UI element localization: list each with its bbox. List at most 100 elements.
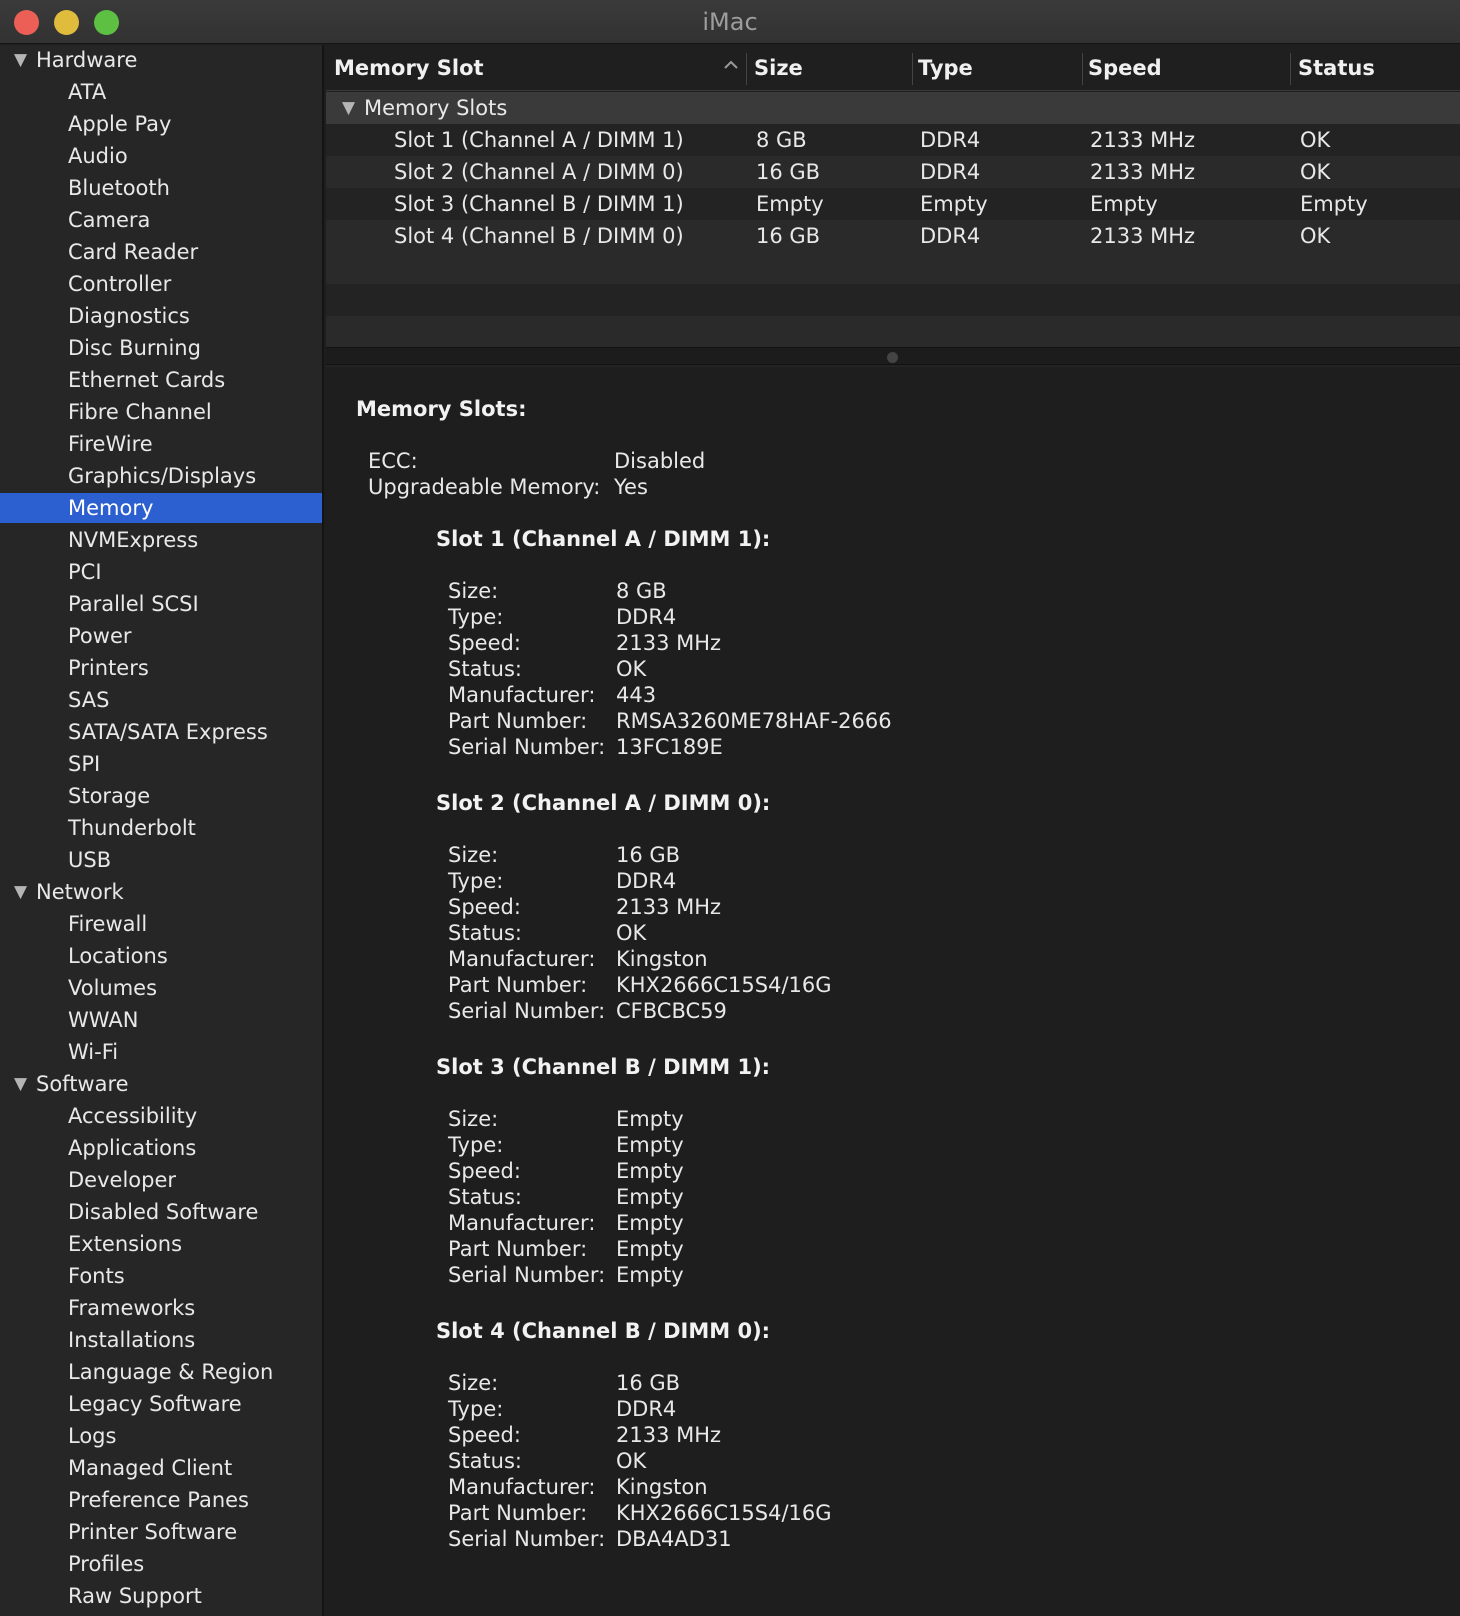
sidebar-item-nvmexpress[interactable]: NVMExpress [0,525,322,555]
sidebar-item-accessibility[interactable]: Accessibility [0,1101,322,1131]
sidebar-item-memory[interactable]: Memory [0,493,322,523]
sidebar-item-ata[interactable]: ATA [0,77,322,107]
sidebar-item-label: Wi-Fi [68,1040,119,1064]
column-header-status[interactable]: Status [1298,45,1375,91]
sidebar-item-fibre-channel[interactable]: Fibre Channel [0,397,322,427]
disclosure-triangle-icon[interactable]: ▼ [14,45,27,75]
disclosure-triangle-icon[interactable]: ▼ [14,877,27,907]
sidebar-item-developer[interactable]: Developer [0,1165,322,1195]
slot-field-value: KHX2666C15S4/16G [616,1501,832,1525]
sidebar-group-network[interactable]: ▼ Network [0,877,322,907]
sidebar-item-frameworks[interactable]: Frameworks [0,1293,322,1323]
title-bar[interactable]: iMac [0,0,1460,44]
column-separator[interactable] [912,53,913,85]
table-row[interactable]: Slot 1 (Channel A / DIMM 1) 8 GB DDR4 2133 … [326,124,1460,156]
sidebar-item-camera[interactable]: Camera [0,205,322,235]
slot-field-value: 443 [616,683,657,707]
slot-field-key: Speed: [448,1423,521,1447]
sidebar-item-label: NVMExpress [68,528,199,552]
sidebar-item-controller[interactable]: Controller [0,269,322,299]
sidebar-item-preference-panes[interactable]: Preference Panes [0,1485,322,1515]
sidebar-group-hardware[interactable]: ▼ Hardware [0,45,322,75]
column-header-speed[interactable]: Speed [1088,45,1162,91]
sidebar-item-profiles[interactable]: Profiles [0,1549,322,1579]
sidebar-item-graphics-displays[interactable]: Graphics/Displays [0,461,322,491]
sidebar-item-pci[interactable]: PCI [0,557,322,587]
sidebar-item-label: Card Reader [68,240,199,264]
column-header-size[interactable]: Size [754,45,803,91]
table-cell: OK [1300,128,1331,152]
sidebar-item-fonts[interactable]: Fonts [0,1261,322,1291]
sidebar-group-software[interactable]: ▼ Software [0,1069,322,1099]
column-separator[interactable] [746,53,747,85]
table-cell: Slot 4 (Channel B / DIMM 0) [394,224,684,248]
split-view-divider[interactable] [326,347,1460,365]
sidebar-item-ethernet-cards[interactable]: Ethernet Cards [0,365,322,395]
sidebar-item-firewire[interactable]: FireWire [0,429,322,459]
column-header-memory-slot[interactable]: Memory Slot [334,45,724,91]
sidebar-item-logs[interactable]: Logs [0,1421,322,1451]
sidebar-item-bluetooth[interactable]: Bluetooth [0,173,322,203]
sidebar-item-usb[interactable]: USB [0,845,322,875]
slot-field-key: Status: [448,921,522,945]
table-cell: OK [1300,224,1331,248]
sidebar-item-legacy-software[interactable]: Legacy Software [0,1389,322,1419]
sidebar-item-card-reader[interactable]: Card Reader [0,237,322,267]
sidebar-item-disc-burning[interactable]: Disc Burning [0,333,322,363]
sort-ascending-icon[interactable] [722,56,740,74]
sidebar-item-managed-client[interactable]: Managed Client [0,1453,322,1483]
sidebar-item-diagnostics[interactable]: Diagnostics [0,301,322,331]
sidebar-item-wwan[interactable]: WWAN [0,1005,322,1035]
sidebar[interactable]: ▼ Hardware ATA Apple Pay Audio Bluetooth Camer… [0,45,324,1616]
sidebar-item-power[interactable]: Power [0,621,322,651]
sidebar-item-audio[interactable]: Audio [0,141,322,171]
sidebar-item-label: Disabled Software [68,1200,259,1224]
slot-field-value: 16 GB [616,843,681,867]
column-header-type[interactable]: Type [918,45,973,91]
sidebar-item-sas[interactable]: SAS [0,685,322,715]
slot-field-value: DDR4 [616,605,677,629]
sidebar-item-apple-pay[interactable]: Apple Pay [0,109,322,139]
sidebar-item-label: Accessibility [68,1104,198,1128]
column-separator[interactable] [1290,53,1291,85]
sidebar-item-sata-sata-express[interactable]: SATA/SATA Express [0,717,322,747]
sidebar-item-applications[interactable]: Applications [0,1133,322,1163]
sidebar-item-extensions[interactable]: Extensions [0,1229,322,1259]
slot-field-key: Status: [448,1449,522,1473]
sidebar-item-label: Apple Pay [68,112,172,136]
table-row[interactable]: Slot 3 (Channel B / DIMM 1) Empty Empty Emp… [326,188,1460,220]
sidebar-item-label: Fonts [68,1264,125,1288]
sidebar-item-installations[interactable]: Installations [0,1325,322,1355]
sidebar-item-firewall[interactable]: Firewall [0,909,322,939]
sidebar-item-storage[interactable]: Storage [0,781,322,811]
sidebar-item-label: Extensions [68,1232,183,1256]
sidebar-item-label: Developer [68,1168,177,1192]
sidebar-item-label: Hardware [36,48,138,72]
sidebar-item-language-region[interactable]: Language & Region [0,1357,322,1387]
disclosure-triangle-icon[interactable]: ▼ [342,92,355,124]
sidebar-item-spi[interactable]: SPI [0,749,322,779]
table-cell: Empty [920,192,988,216]
table-cell: 16 GB [756,224,821,248]
sidebar-item-label: Profiles [68,1552,145,1576]
sidebar-item-disabled-software[interactable]: Disabled Software [0,1197,322,1227]
table-row[interactable]: Slot 4 (Channel B / DIMM 0) 16 GB DDR4 2133… [326,220,1460,252]
column-separator[interactable] [1082,53,1083,85]
sidebar-item-label: PCI [68,560,102,584]
sidebar-item-wi-fi[interactable]: Wi-Fi [0,1037,322,1067]
sidebar-item-printers[interactable]: Printers [0,653,322,683]
slot-field-key: Serial Number: [448,735,606,759]
table-group-row[interactable]: ▼ Memory Slots [326,92,1460,124]
sidebar-item-raw-support[interactable]: Raw Support [0,1581,322,1611]
sidebar-item-label: WWAN [68,1008,139,1032]
slot-field-key: Manufacturer: [448,1211,596,1235]
sidebar-item-volumes[interactable]: Volumes [0,973,322,1003]
divider-handle[interactable] [887,352,898,363]
slot-detail-title: Slot 2 (Channel A / DIMM 0): [436,791,771,815]
sidebar-item-locations[interactable]: Locations [0,941,322,971]
sidebar-item-printer-software[interactable]: Printer Software [0,1517,322,1547]
sidebar-item-thunderbolt[interactable]: Thunderbolt [0,813,322,843]
disclosure-triangle-icon[interactable]: ▼ [14,1069,27,1099]
table-row[interactable]: Slot 2 (Channel A / DIMM 0) 16 GB DDR4 2133… [326,156,1460,188]
sidebar-item-parallel-scsi[interactable]: Parallel SCSI [0,589,322,619]
